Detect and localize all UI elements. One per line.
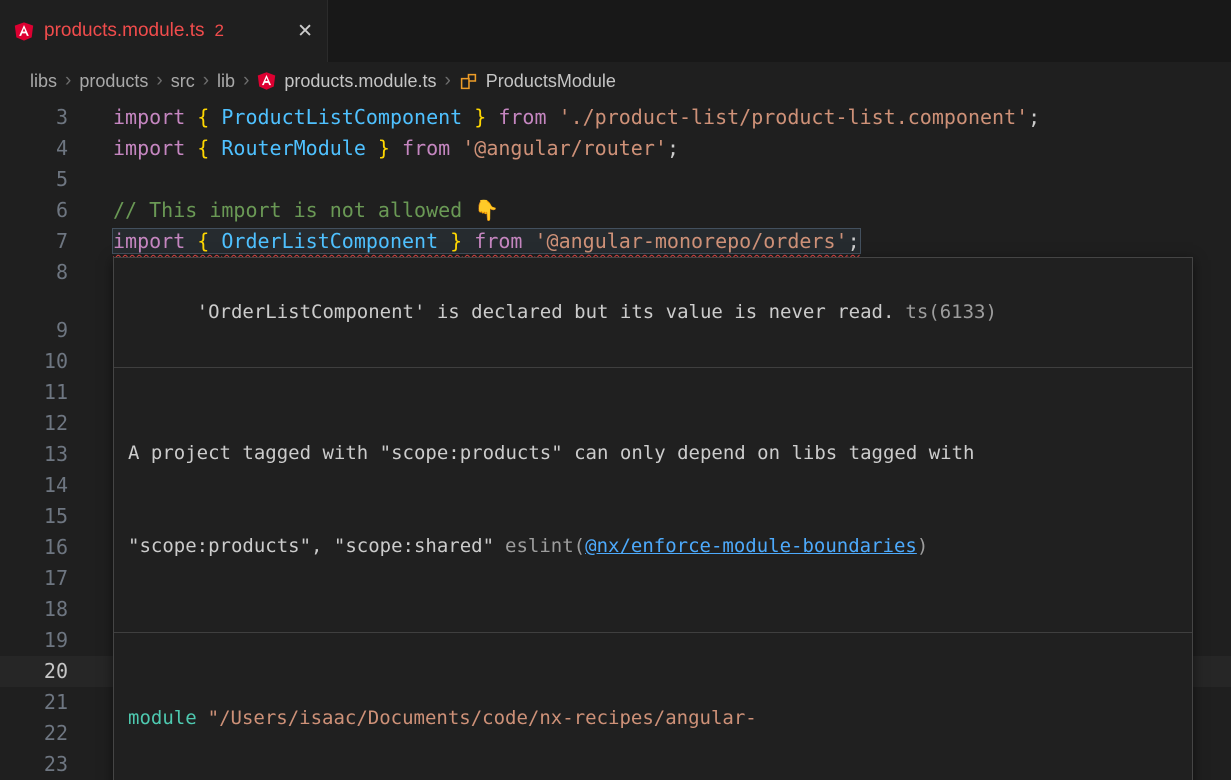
breadcrumb-item-libs[interactable]: libs — [30, 71, 57, 92]
ts-diagnostic-text: 'OrderListComponent' is declared but its… — [197, 301, 895, 323]
chevron-right-icon: › — [156, 70, 162, 92]
code-token: { — [197, 136, 221, 160]
module-path-line1: "/Users/isaac/Documents/code/nx-recipes/… — [208, 707, 757, 729]
eslint-message-line2: "scope:products", "scope:shared" — [128, 535, 494, 557]
code-token: '@angular/router' — [462, 136, 667, 160]
tab-bar: products.module.ts 2 ✕ — [0, 0, 1231, 62]
code-token: RouterModule — [221, 136, 366, 160]
eslint-source-open: eslint( — [505, 535, 585, 557]
code-token: } — [366, 136, 390, 160]
line-number[interactable]: 15 — [0, 501, 68, 532]
code-token: ; — [667, 136, 679, 160]
code-token: { — [197, 105, 221, 129]
line-number[interactable]: 19 — [0, 625, 68, 656]
line-number[interactable]: 18 — [0, 594, 68, 625]
code-token: } — [438, 229, 462, 253]
code-text: // This import is not allowed 👇 — [113, 195, 499, 226]
module-keyword: module — [128, 707, 197, 729]
hover-eslint-message: A project tagged with "scope:products" c… — [114, 368, 1192, 633]
line-number[interactable]: 11 — [0, 377, 68, 408]
code-token: from — [462, 229, 534, 253]
hover-tooltip: 'OrderListComponent' is declared but its… — [113, 257, 1193, 780]
breadcrumb-item-symbol[interactable]: ProductsModule — [486, 71, 616, 92]
code-token: ; — [1028, 105, 1040, 129]
eslint-rule-link[interactable]: @nx/enforce-module-boundaries — [585, 535, 917, 557]
code-line[interactable]: 3 import { ProductListComponent } from '.… — [0, 102, 1231, 133]
line-number[interactable]: 22 — [0, 718, 68, 749]
breadcrumb-item-file[interactable]: products.module.ts — [284, 71, 436, 92]
code-token: ProductListComponent — [221, 105, 462, 129]
ts-diagnostic-code: ts(6133) — [905, 301, 997, 323]
line-number[interactable]: 3 — [0, 102, 68, 133]
breadcrumb: libs › products › src › lib › products.m… — [0, 62, 1231, 100]
code-token: from — [486, 105, 558, 129]
breadcrumb-item-products[interactable]: products — [79, 71, 148, 92]
class-symbol-icon — [459, 72, 478, 91]
code-token: import — [113, 229, 197, 253]
hover-module-info: module "/Users/isaac/Documents/code/nx-re… — [114, 633, 1192, 780]
eslint-source-close: ) — [917, 535, 928, 557]
error-squiggle-range[interactable]: import { OrderListComponent } from '@ang… — [113, 229, 860, 253]
line-number[interactable]: 13 — [0, 439, 68, 470]
hover-ts-message: 'OrderListComponent' is declared but its… — [114, 258, 1192, 368]
code-line[interactable]: 5 — [0, 164, 1231, 195]
tab-title: products.module.ts — [44, 20, 205, 42]
code-token: from — [390, 136, 462, 160]
line-number[interactable]: 10 — [0, 346, 68, 377]
code-text: import { RouterModule } from '@angular/r… — [113, 133, 679, 164]
line-number[interactable]: 16 — [0, 532, 68, 563]
code-token: } — [462, 105, 486, 129]
chevron-right-icon: › — [65, 70, 71, 92]
line-number[interactable]: 21 — [0, 687, 68, 718]
chevron-right-icon: › — [203, 70, 209, 92]
line-number[interactable]: 9 — [0, 315, 68, 346]
code-token: OrderListComponent — [221, 229, 438, 253]
eslint-message-line1: A project tagged with "scope:products" c… — [128, 442, 974, 464]
code-token: import — [113, 136, 197, 160]
angular-icon — [14, 21, 34, 42]
code-token: // This import is not allowed 👇 — [113, 198, 499, 222]
code-token: ; — [848, 229, 860, 253]
tab-problem-badge: 2 — [215, 21, 224, 41]
code-text: import { ProductListComponent } from './… — [113, 102, 1040, 133]
code-token: '@angular-monorepo/orders' — [534, 229, 847, 253]
code-token: import — [113, 105, 197, 129]
code-line[interactable]: 6 // This import is not allowed 👇 — [0, 195, 1231, 226]
breadcrumb-item-lib[interactable]: lib — [217, 71, 235, 92]
line-number[interactable]: 17 — [0, 563, 68, 594]
tab-products-module[interactable]: products.module.ts 2 ✕ — [0, 0, 328, 62]
code-token: './product-list/product-list.component' — [559, 105, 1029, 129]
line-number[interactable]: 5 — [0, 164, 68, 195]
breadcrumb-item-src[interactable]: src — [171, 71, 195, 92]
line-number[interactable]: 23 — [0, 749, 68, 780]
code-editor[interactable]: 3 import { ProductListComponent } from '.… — [0, 100, 1231, 780]
line-number[interactable]: 4 — [0, 133, 68, 164]
line-number[interactable]: 12 — [0, 408, 68, 439]
code-line[interactable]: 7 import { OrderListComponent } from '@an… — [0, 226, 1231, 257]
code-text: import { OrderListComponent } from '@ang… — [113, 226, 860, 257]
line-number[interactable]: 8 — [0, 257, 68, 288]
code-token: { — [197, 229, 221, 253]
angular-icon — [257, 71, 276, 91]
close-icon[interactable]: ✕ — [297, 20, 313, 43]
line-number[interactable]: 7 — [0, 226, 68, 257]
chevron-right-icon: › — [243, 70, 249, 92]
chevron-right-icon: › — [444, 70, 450, 92]
line-number[interactable]: 20 — [0, 656, 68, 687]
line-number[interactable]: 14 — [0, 470, 68, 501]
code-line[interactable]: 4 import { RouterModule } from '@angular/… — [0, 133, 1231, 164]
line-number[interactable]: 6 — [0, 195, 68, 226]
